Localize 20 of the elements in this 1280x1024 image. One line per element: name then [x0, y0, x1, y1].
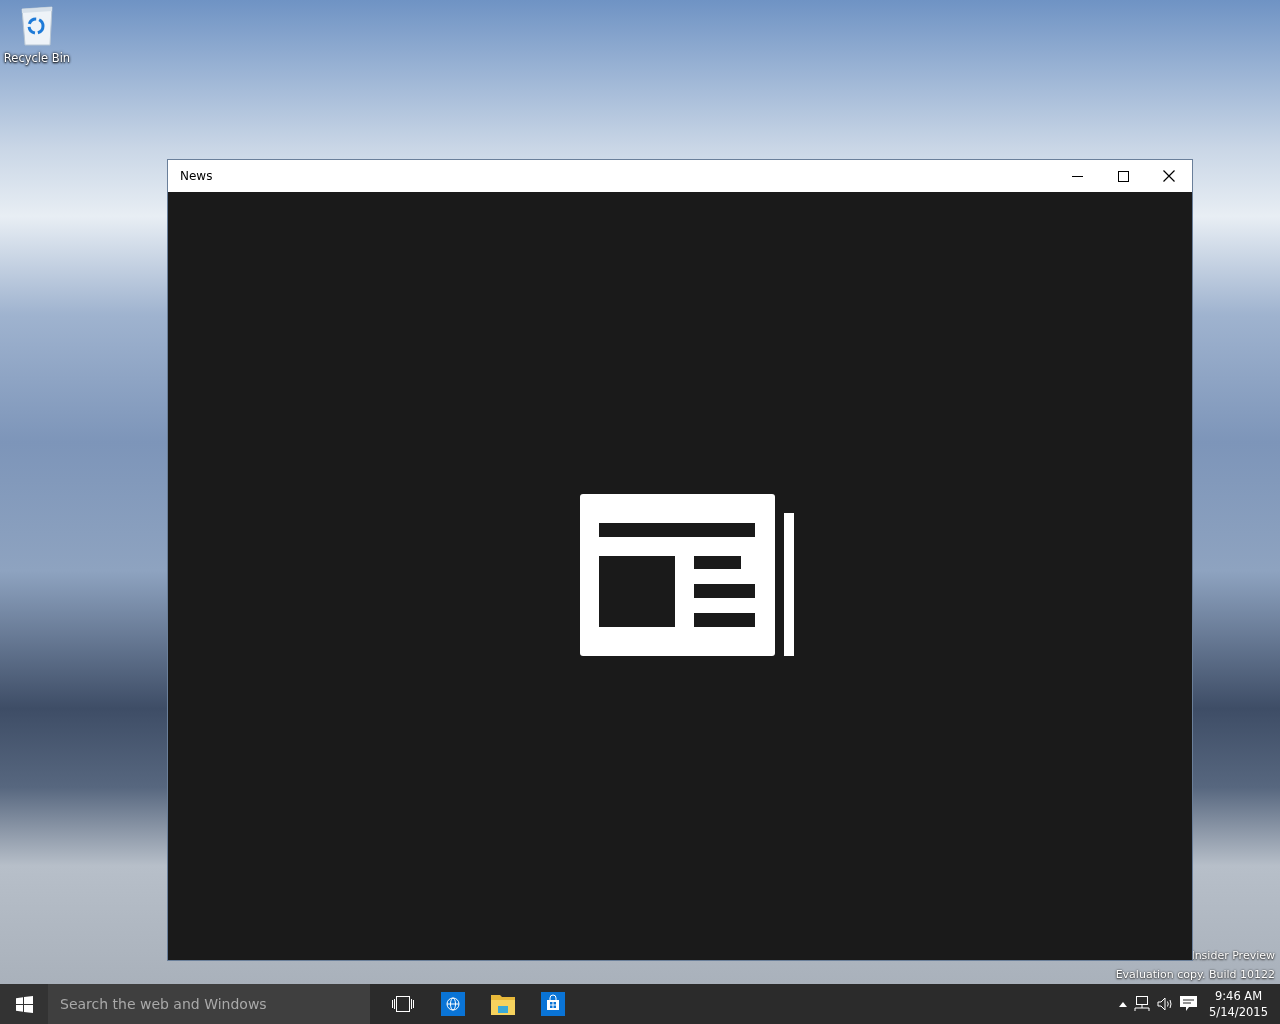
globe-icon	[441, 992, 465, 1016]
maximize-icon	[1117, 170, 1129, 182]
build-info-text: Evaluation copy. Build 10122	[1115, 967, 1275, 983]
start-button[interactable]	[0, 984, 48, 1024]
newspaper-icon	[579, 494, 795, 656]
network-icon[interactable]	[1133, 996, 1152, 1012]
recycle-bin-label: Recycle Bin	[3, 50, 71, 67]
speaker-icon[interactable]	[1157, 997, 1175, 1011]
windows-logo-icon	[15, 995, 33, 1013]
caret-up-icon[interactable]	[1119, 1001, 1128, 1007]
clock[interactable]: 9:46 AM 5/14/2015	[1203, 988, 1268, 1020]
close-icon	[1163, 170, 1175, 182]
task-view-icon	[392, 996, 414, 1012]
build-info-text: Insider Preview	[1190, 948, 1275, 964]
shopping-bag-icon	[541, 992, 565, 1016]
search-field[interactable]: Search the web and Windows	[48, 984, 370, 1024]
window-title: News	[179, 168, 214, 185]
folder-icon	[491, 993, 515, 1015]
message-icon[interactable]	[1180, 996, 1198, 1012]
recycle-bin-icon[interactable]	[19, 6, 55, 46]
